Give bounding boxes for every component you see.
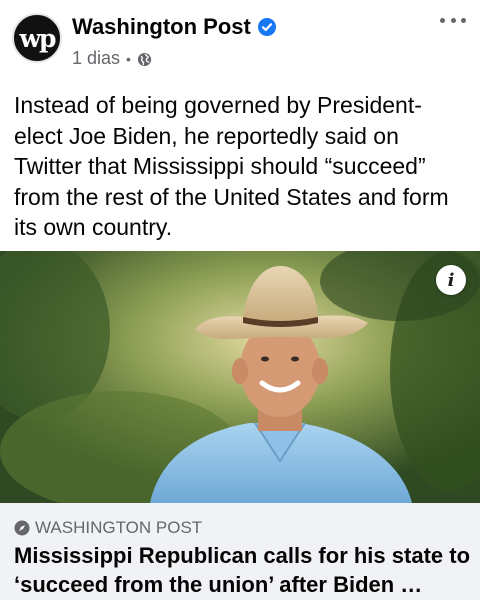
- info-icon[interactable]: i: [436, 265, 466, 295]
- more-dot: [461, 17, 466, 23]
- portrait-photo: [0, 251, 480, 503]
- meta-separator: •: [126, 50, 131, 67]
- page-avatar[interactable]: wp: [12, 13, 62, 63]
- compass-icon: [14, 520, 30, 536]
- post-text: Instead of being governed by President-e…: [14, 92, 449, 240]
- more-options-icon[interactable]: [440, 10, 466, 30]
- page-name-row: Washington Post: [72, 14, 276, 40]
- more-dot: [450, 17, 456, 23]
- verified-badge-icon: [257, 18, 276, 36]
- link-domain: WASHINGTON POST: [35, 518, 203, 537]
- post-meta: 1 dias •: [72, 48, 152, 69]
- link-title[interactable]: Mississippi Republican calls for his sta…: [14, 541, 470, 599]
- post-timestamp[interactable]: 1 dias: [72, 48, 120, 69]
- link-preview-image[interactable]: i: [0, 251, 480, 503]
- globe-icon: [137, 51, 152, 67]
- link-preview[interactable]: WASHINGTON POST Mississippi Republican c…: [0, 503, 480, 600]
- more-dot: [440, 17, 445, 23]
- post-header: wp Washington Post 1 dias •: [0, 0, 480, 80]
- page-name-link[interactable]: Washington Post: [72, 14, 251, 40]
- link-domain-row: WASHINGTON POST: [14, 518, 202, 538]
